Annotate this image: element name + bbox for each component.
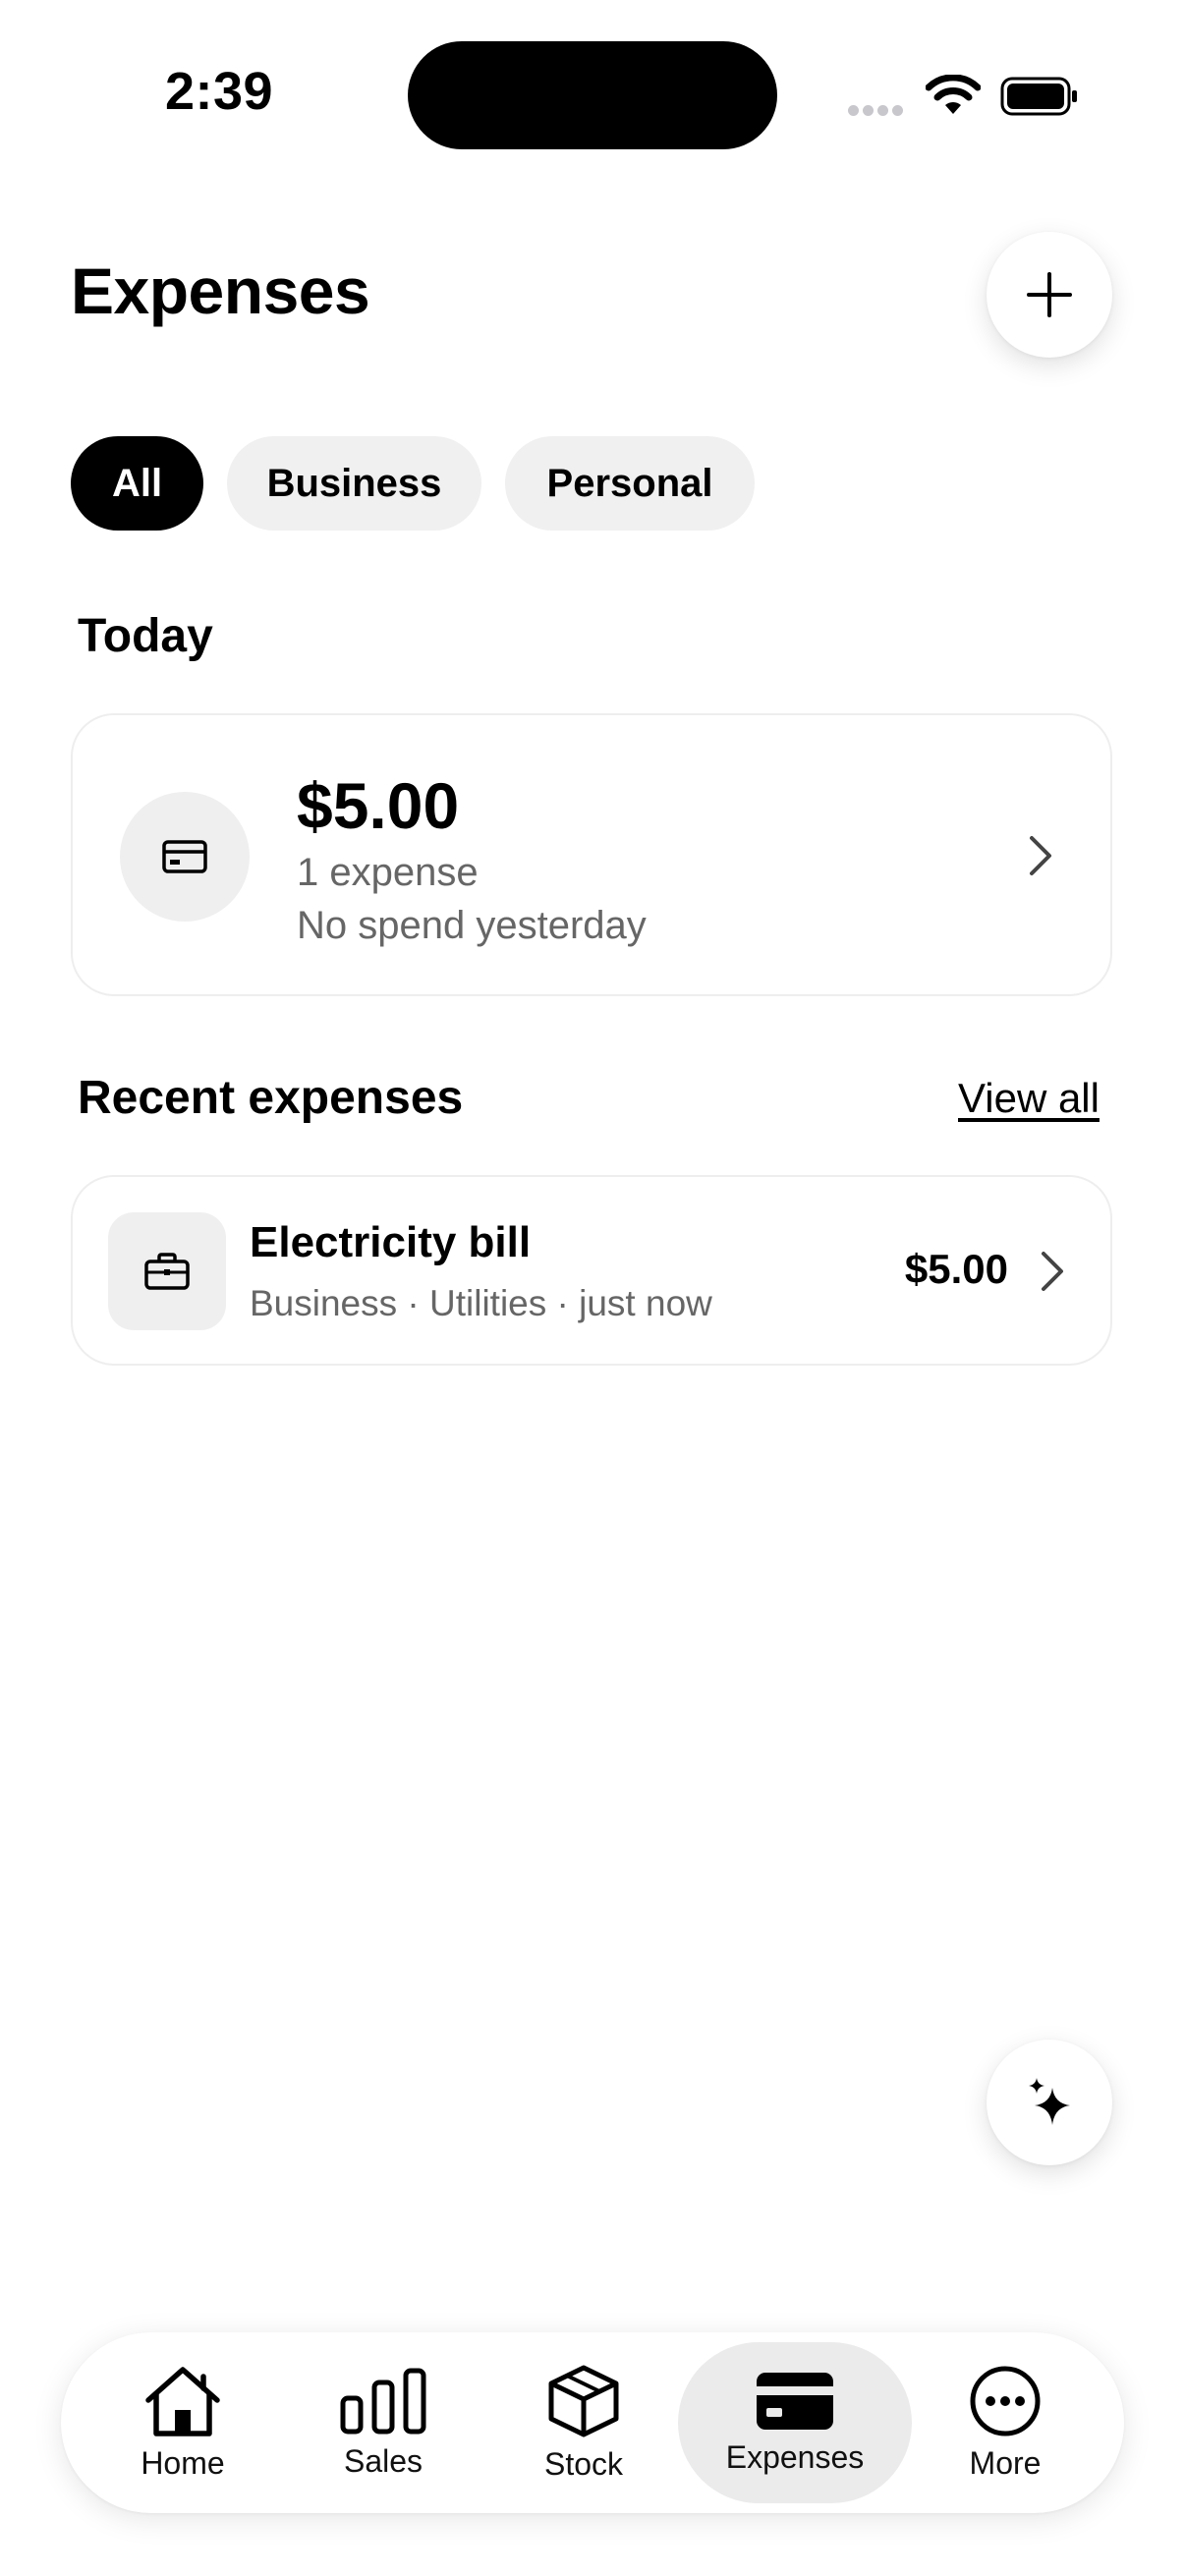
chevron-right-icon <box>1030 836 1051 875</box>
briefcase-icon <box>144 1253 190 1290</box>
expense-title: Electricity bill <box>250 1218 532 1266</box>
page-title: Expenses <box>71 254 370 327</box>
status-time: 2:39 <box>164 62 274 121</box>
tab-expenses[interactable]: Expenses <box>678 2342 912 2503</box>
credit-card-icon <box>162 840 207 873</box>
recent-expenses-heading: Recent expenses <box>78 1072 464 1124</box>
bar-chart-icon <box>340 2368 426 2434</box>
sparkle-icon <box>1029 2078 1070 2125</box>
filter-chip-all[interactable]: All <box>71 436 203 531</box>
bottom-tab-bar: Home Sales Stock Expenses More <box>61 2332 1124 2513</box>
tab-home[interactable]: Home <box>104 2342 261 2503</box>
wifi-icon <box>926 75 981 114</box>
plus-icon <box>1027 272 1072 317</box>
filter-chip-personal[interactable]: Personal <box>505 436 755 531</box>
expense-meta: Business · Utilities · just now <box>250 1283 712 1323</box>
tab-sales[interactable]: Sales <box>305 2342 462 2503</box>
today-summary-card[interactable]: $5.00 1 expense No spend yesterday <box>71 713 1112 996</box>
expense-row[interactable]: Electricity bill Business · Utilities · … <box>71 1175 1112 1366</box>
battery-icon <box>1000 77 1077 116</box>
tab-label: More <box>969 2444 1042 2481</box>
home-icon <box>145 2366 220 2436</box>
cellular-signal-icon <box>848 103 907 121</box>
chevron-right-icon <box>1042 1252 1063 1291</box>
add-expense-button[interactable] <box>987 232 1112 358</box>
today-total: $5.00 <box>297 769 460 842</box>
tab-label: Home <box>141 2444 225 2481</box>
expense-icon-tile <box>108 1212 226 1330</box>
dynamic-island <box>408 41 777 149</box>
today-comparison: No spend yesterday <box>297 904 647 947</box>
today-count: 1 expense <box>297 851 479 894</box>
ai-assistant-button[interactable] <box>987 2040 1112 2165</box>
more-icon <box>970 2366 1041 2436</box>
tab-stock[interactable]: Stock <box>505 2342 662 2503</box>
tab-more[interactable]: More <box>922 2342 1089 2503</box>
filter-chip-business[interactable]: Business <box>227 436 481 531</box>
today-heading: Today <box>78 610 213 662</box>
tab-label: Stock <box>543 2445 624 2482</box>
expense-amount: $5.00 <box>904 1246 1008 1292</box>
box-icon <box>548 2365 619 2436</box>
tab-label: Expenses <box>725 2438 865 2475</box>
today-icon-circle <box>120 792 250 922</box>
tab-label: Sales <box>343 2442 423 2479</box>
credit-card-icon <box>757 2372 833 2430</box>
view-all-link[interactable]: View all <box>958 1075 1100 1122</box>
